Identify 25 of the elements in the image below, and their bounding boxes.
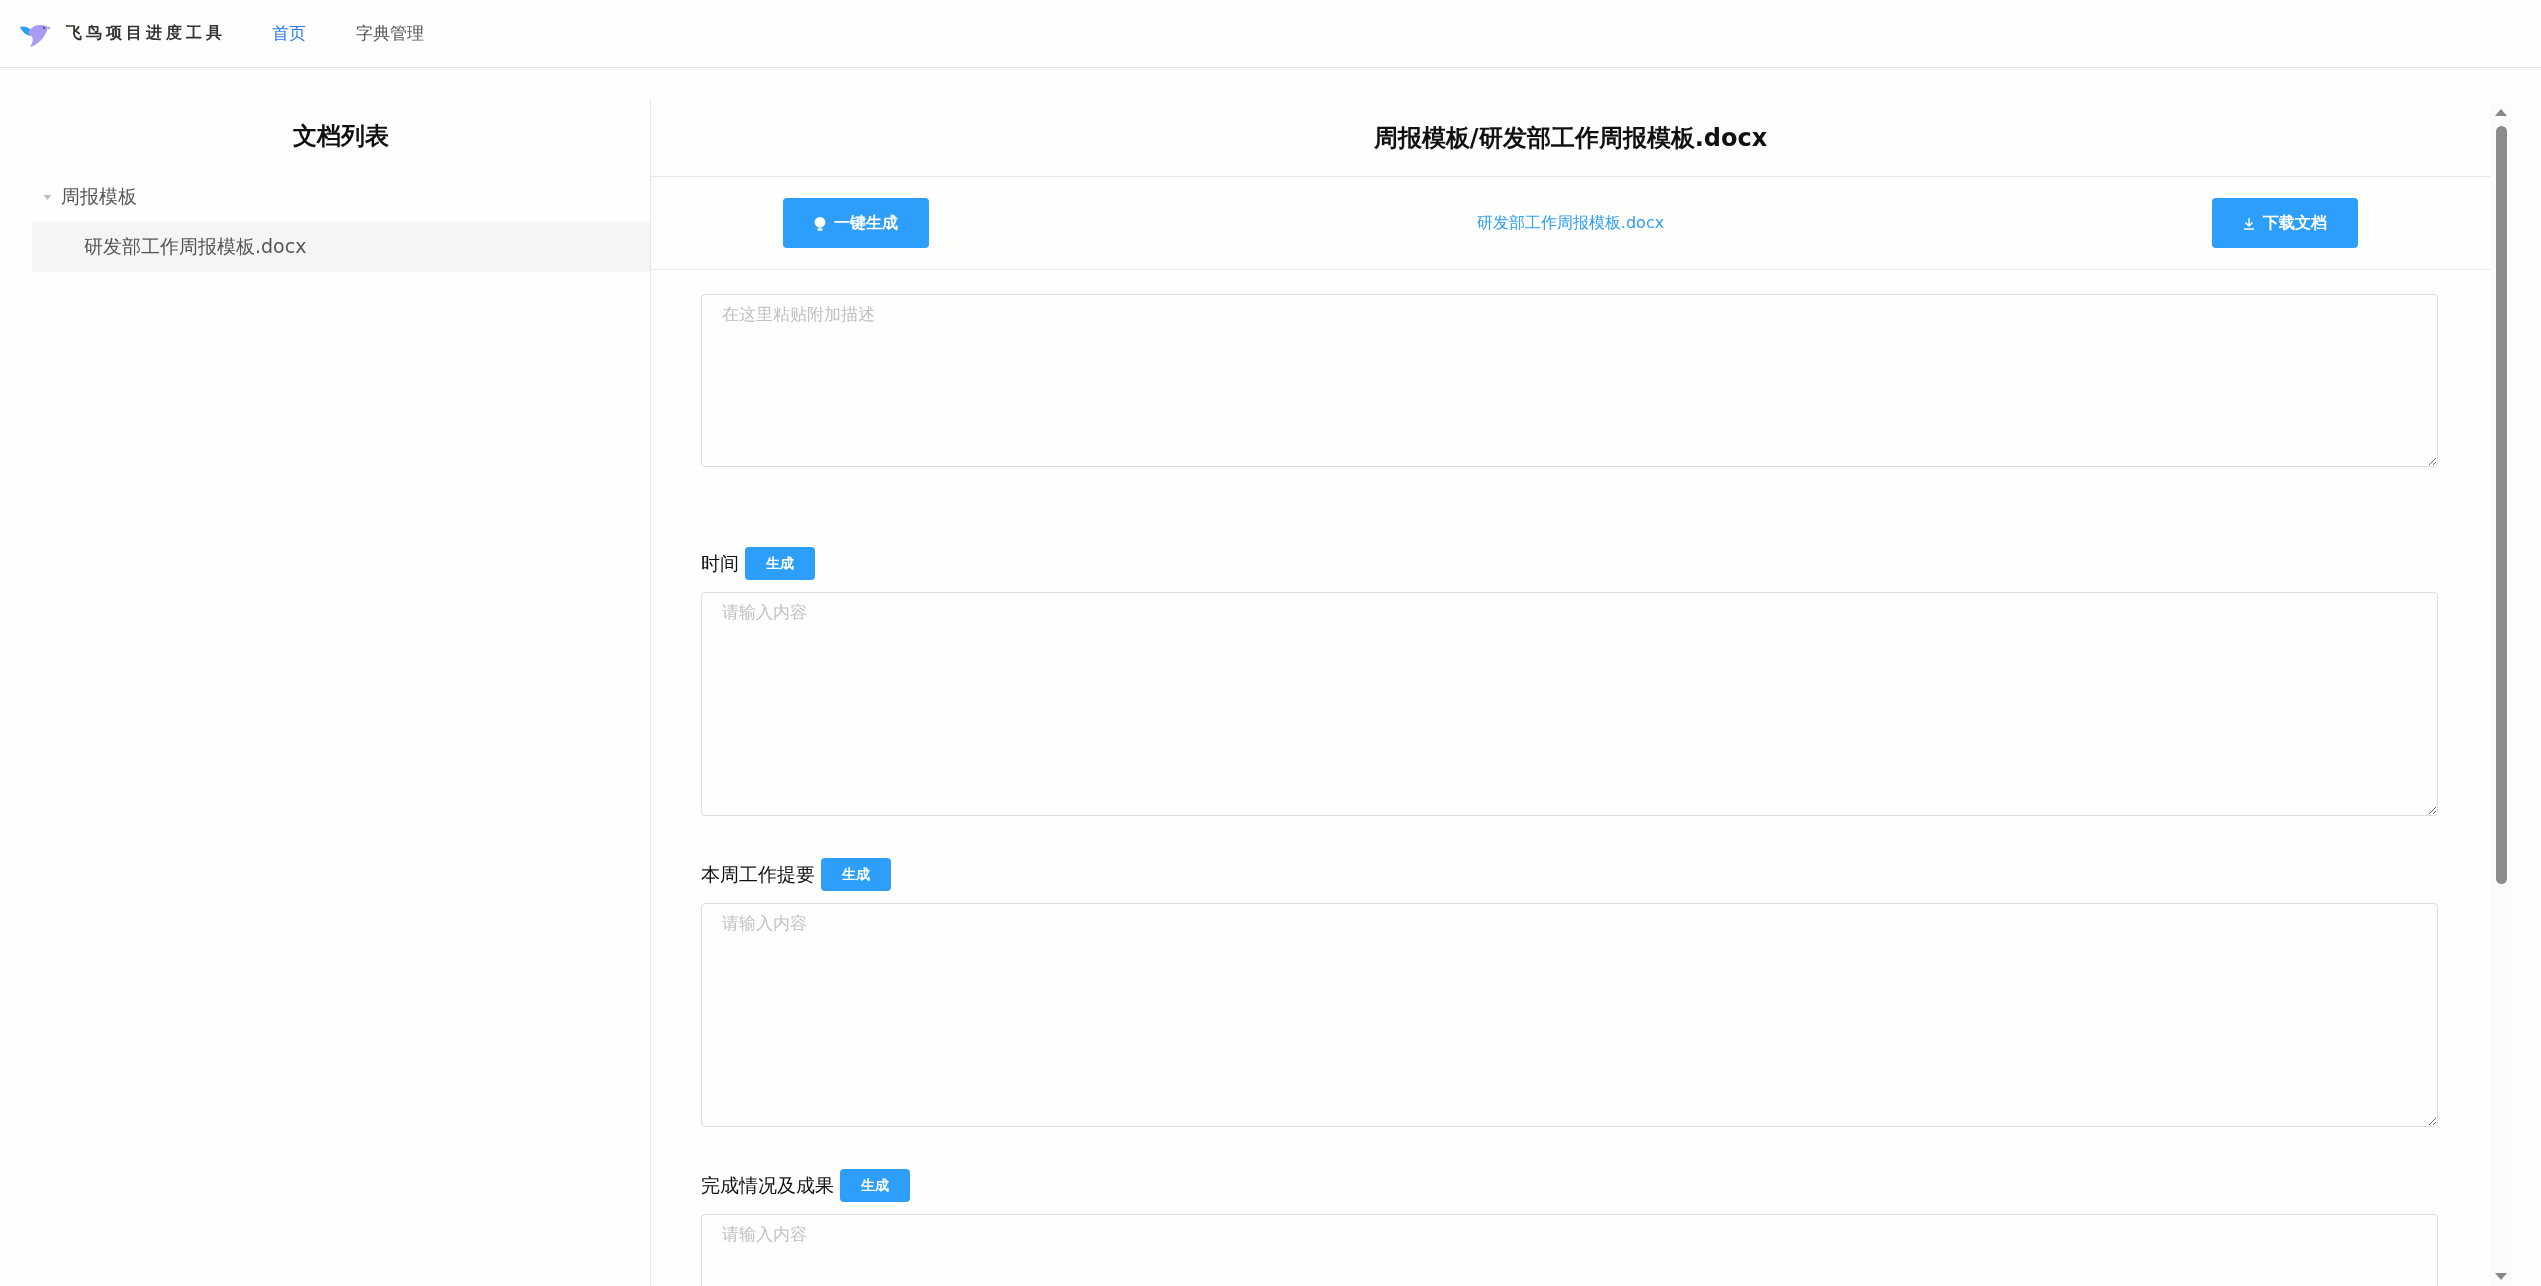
nav-link[interactable]: 字典管理 [356, 22, 424, 45]
generate-all-button[interactable]: 一键生成 [783, 198, 929, 248]
download-icon [2243, 215, 2255, 231]
file-label: 研发部工作周报模板.docx [84, 234, 307, 259]
tree-item[interactable]: 研发部工作周报模板.docx [32, 222, 650, 272]
nav-link[interactable]: 首页 [272, 22, 306, 45]
generate-button[interactable]: 生成 [821, 858, 891, 891]
field-label: 本周工作提要 [701, 861, 815, 887]
file-link[interactable]: 研发部工作周报模板.docx [1476, 212, 1665, 234]
field-label: 时间 [701, 550, 739, 576]
text-area[interactable]: 请输入内容 [701, 903, 2438, 1127]
caret-icon [42, 192, 53, 202]
app-name: 飞鸟项目进度工具 [66, 23, 226, 44]
folder-label: 周报模板 [61, 184, 137, 209]
download-button[interactable]: 下载文档 [2212, 198, 2358, 248]
text-area[interactable]: 请输入内容 [701, 1214, 2438, 1286]
tree-item[interactable]: 周报模板 [32, 172, 650, 222]
generate-button[interactable]: 生成 [840, 1169, 910, 1202]
text-area[interactable]: 在这里粘贴附加描述 [701, 294, 2438, 467]
text-area[interactable]: 请输入内容 [701, 592, 2438, 816]
panel-title: 文档列表 [292, 121, 390, 152]
lightbulb-icon [814, 215, 826, 231]
field-label: 完成情况及成果 [701, 1172, 834, 1198]
generate-button[interactable]: 生成 [745, 547, 815, 580]
document-title: 周报模板/研发部工作周报模板.docx [1372, 123, 1769, 154]
